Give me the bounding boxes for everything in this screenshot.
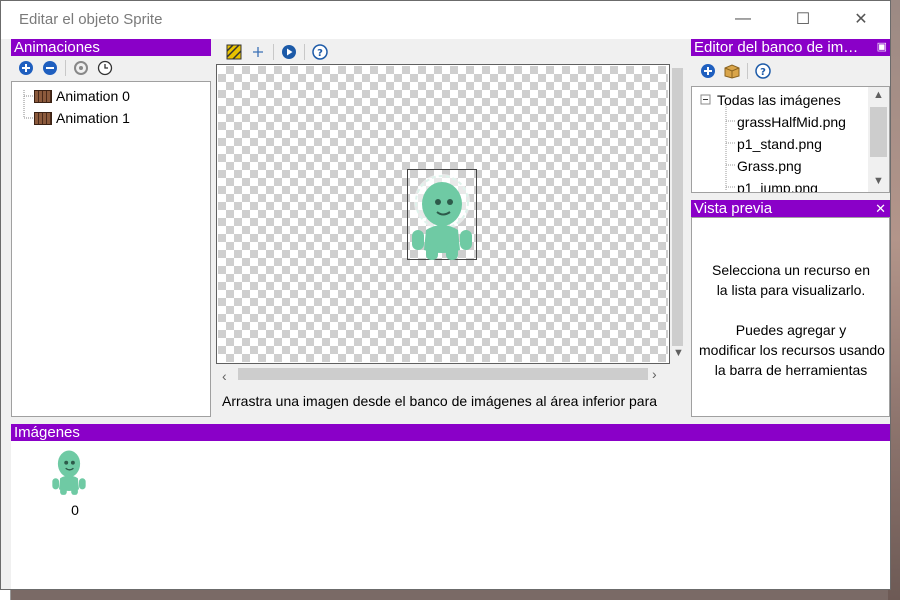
scroll-right-icon[interactable]: › bbox=[652, 366, 657, 382]
preview-header: Vista previa ✕ bbox=[691, 200, 890, 217]
scroll-down-icon[interactable]: ▼ bbox=[673, 347, 684, 359]
remove-animation-button[interactable] bbox=[41, 59, 59, 77]
loop-button[interactable] bbox=[72, 59, 90, 77]
image-bank-tree: Todas las imágenes grassHalfMid.png p1_s… bbox=[691, 86, 890, 193]
close-icon: ✕ bbox=[854, 11, 868, 28]
scroll-thumb[interactable] bbox=[672, 68, 683, 346]
title-bar: Editar el objeto Sprite — ☐ ✕ bbox=[1, 1, 890, 39]
film-icon bbox=[34, 89, 52, 103]
canvas-vertical-scrollbar[interactable]: ▼ bbox=[670, 64, 685, 364]
sprite-editor-window: Editar el objeto Sprite — ☐ ✕ Animacione… bbox=[0, 0, 891, 590]
bank-scrollbar[interactable]: ▲ ▼ bbox=[868, 87, 889, 192]
images-header: Imágenes bbox=[11, 424, 890, 441]
dock-icon[interactable]: ▣ bbox=[877, 39, 887, 56]
animation-item[interactable]: Animation 0 bbox=[34, 88, 130, 104]
loop-icon bbox=[74, 61, 88, 75]
image-bank-title: Editor del banco de im… bbox=[694, 39, 859, 56]
scroll-thumb[interactable] bbox=[870, 107, 887, 157]
drag-hint: Arrastra una imagen desde el banco de im… bbox=[222, 393, 658, 409]
play-icon bbox=[282, 45, 296, 59]
remove-icon bbox=[43, 61, 57, 75]
maximize-icon: ☐ bbox=[795, 11, 811, 28]
help-button[interactable]: ? bbox=[311, 43, 329, 61]
help-icon: ? bbox=[312, 44, 328, 60]
preview-message: la lista para visualizarlo. bbox=[716, 282, 866, 298]
animation-item[interactable]: Animation 1 bbox=[34, 110, 130, 126]
close-preview-icon[interactable]: ✕ bbox=[875, 200, 886, 217]
collision-mask-button[interactable] bbox=[225, 43, 243, 61]
add-animation-button[interactable] bbox=[17, 59, 35, 77]
timing-button[interactable] bbox=[96, 59, 114, 77]
animations-toolbar bbox=[17, 59, 114, 77]
sprite-canvas[interactable] bbox=[218, 66, 668, 362]
minimize-icon: — bbox=[735, 10, 751, 27]
bank-image-item[interactable]: p1_stand.png bbox=[737, 136, 822, 152]
animations-tree: Animation 0 Animation 1 bbox=[11, 81, 211, 417]
mask-icon bbox=[226, 44, 242, 60]
bank-root-label[interactable]: Todas las imágenes bbox=[717, 92, 841, 108]
help-icon: ? bbox=[755, 63, 771, 79]
add-image-button[interactable] bbox=[699, 62, 717, 80]
clock-icon bbox=[97, 60, 113, 76]
preview-message: la barra de herramientas bbox=[714, 362, 868, 378]
animations-header: Animaciones bbox=[11, 39, 211, 56]
bank-image-item[interactable]: p1_jump.png bbox=[737, 180, 818, 192]
editor-toolbar: ? bbox=[225, 43, 329, 61]
open-folder-button[interactable] bbox=[723, 62, 741, 80]
tree-lines bbox=[700, 94, 736, 191]
frame-thumbnail[interactable]: 0 bbox=[49, 446, 89, 518]
images-strip: 0 bbox=[11, 441, 890, 589]
bank-image-item[interactable]: grassHalfMid.png bbox=[737, 114, 846, 130]
scroll-up-icon[interactable]: ▲ bbox=[873, 89, 884, 101]
preview-area bbox=[691, 217, 890, 417]
animation-label: Animation 1 bbox=[56, 110, 130, 126]
toolbar-separator bbox=[304, 44, 305, 60]
scroll-left-icon[interactable]: ‹ bbox=[222, 368, 227, 384]
animation-label: Animation 0 bbox=[56, 88, 130, 104]
bank-image-item[interactable]: Grass.png bbox=[737, 158, 802, 174]
close-button[interactable]: ✕ bbox=[839, 5, 883, 33]
package-icon bbox=[724, 64, 740, 79]
alien-thumbnail bbox=[52, 450, 86, 495]
bank-help-button[interactable]: ? bbox=[754, 62, 772, 80]
toolbar-separator bbox=[65, 60, 66, 76]
scroll-down-icon[interactable]: ▼ bbox=[873, 175, 884, 187]
svg-text:?: ? bbox=[760, 67, 766, 78]
alien-sprite[interactable] bbox=[408, 172, 476, 262]
film-icon bbox=[34, 111, 52, 125]
svg-text:?: ? bbox=[317, 48, 323, 59]
toolbar-separator bbox=[273, 44, 274, 60]
preview-message: Selecciona un recurso en bbox=[712, 262, 870, 278]
add-icon bbox=[701, 64, 715, 78]
window-title: Editar el objeto Sprite bbox=[19, 11, 163, 28]
toolbar-separator bbox=[747, 63, 748, 79]
crosshair-icon bbox=[253, 47, 263, 57]
scroll-thumb[interactable] bbox=[238, 368, 648, 380]
preview-message: Puedes agregar y bbox=[735, 322, 847, 338]
image-bank-header: Editor del banco de im… ▣ bbox=[691, 39, 890, 56]
preview-message: modificar los recursos usando bbox=[699, 342, 885, 358]
points-button[interactable] bbox=[249, 43, 267, 61]
maximize-button[interactable]: ☐ bbox=[781, 5, 825, 33]
add-icon bbox=[19, 61, 33, 75]
preview-title: Vista previa bbox=[694, 200, 773, 217]
image-bank-toolbar: ? bbox=[699, 62, 772, 80]
minimize-button[interactable]: — bbox=[721, 5, 765, 33]
play-button[interactable] bbox=[280, 43, 298, 61]
canvas-horizontal-scrollbar[interactable]: ‹ › bbox=[216, 365, 670, 384]
frame-index: 0 bbox=[71, 502, 79, 518]
